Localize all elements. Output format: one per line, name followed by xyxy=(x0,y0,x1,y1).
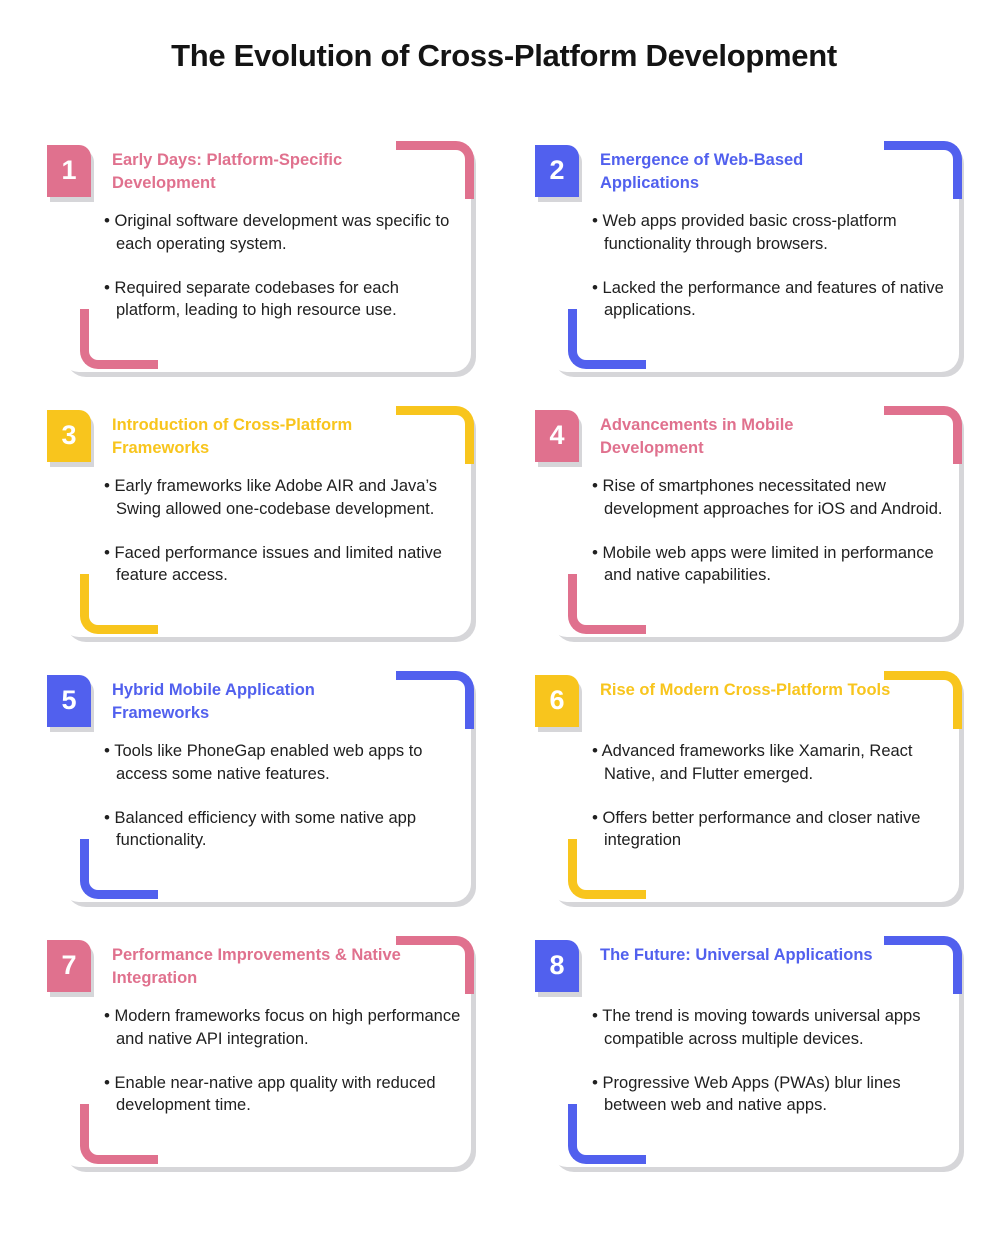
card-bullet: • Rise of smartphones necessitated new d… xyxy=(592,474,950,521)
step-number-badge: 1 xyxy=(47,145,91,197)
bullet-dot: • xyxy=(104,1072,110,1092)
step-number: 6 xyxy=(549,684,565,715)
card-bullet: • Advanced frameworks like Xamarin, Reac… xyxy=(592,739,950,786)
card-bullet: • Tools like PhoneGap enabled web apps t… xyxy=(104,739,462,786)
bullet-text: Tools like PhoneGap enabled web apps to … xyxy=(114,742,423,783)
step-number-badge: 7 xyxy=(47,940,91,992)
bullet-text: Advanced frameworks like Xamarin, React … xyxy=(601,742,913,783)
bullet-dot: • xyxy=(104,277,110,297)
bullet-text: Offers better performance and closer nat… xyxy=(602,808,921,850)
card-heading: The Future: Universal Applications xyxy=(600,946,873,964)
card-heading: Rise of Modern Cross-Platform Tools xyxy=(600,681,891,699)
card-bullet: • Balanced efficiency with some native a… xyxy=(104,806,462,853)
card-bullet: • Modern frameworks focus on high perfor… xyxy=(104,1004,462,1051)
card-bullet: • Original software development was spec… xyxy=(104,209,462,256)
card-bullet-list: • Web apps provided basic cross-platform… xyxy=(592,209,950,322)
card-bullet-list: • Modern frameworks focus on high perfor… xyxy=(104,1004,462,1117)
bullet-text: Web apps provided basic cross-platform f… xyxy=(602,212,897,253)
step-number-badge: 8 xyxy=(535,940,579,992)
bullet-dot: • xyxy=(104,542,110,562)
bullet-dot: • xyxy=(592,277,598,297)
step-number: 7 xyxy=(61,949,77,980)
bullet-dot: • xyxy=(592,741,598,760)
card-heading: Performance Improvements & Native Integr… xyxy=(112,946,401,988)
card-bullet-list: • Early frameworks like Adobe AIR and Ja… xyxy=(104,474,462,587)
step-number-badge: 6 xyxy=(535,675,579,727)
step-card: 4 Advancements in Mobile Development • Ris… xyxy=(532,402,964,642)
step-card: 3 Introduction of Cross-Platform Framewor… xyxy=(44,402,476,642)
step-number-badge: 3 xyxy=(47,410,91,462)
bullet-dot: • xyxy=(592,807,598,827)
step-number-badge: 5 xyxy=(47,675,91,727)
card-bullet: • Mobile web apps were limited in perfor… xyxy=(592,541,950,588)
infographic-page: The Evolution of Cross-Platform Developm… xyxy=(0,0,1008,1237)
card-bullet: • Offers better performance and closer n… xyxy=(592,806,950,853)
step-card: 6 Rise of Modern Cross-Platform Tools • Ad… xyxy=(532,667,964,907)
bullet-dot: • xyxy=(104,1006,110,1025)
page-title: The Evolution of Cross-Platform Developm… xyxy=(171,38,837,73)
bullet-dot: • xyxy=(592,542,598,562)
card-heading: Emergence of Web-Based Applications xyxy=(600,151,804,193)
bullet-dot: • xyxy=(592,211,598,230)
bullet-text: Enable near-native app quality with redu… xyxy=(114,1073,436,1115)
step-number: 1 xyxy=(61,154,77,185)
bullet-dot: • xyxy=(104,807,110,827)
card-bullet-list: • Advanced frameworks like Xamarin, Reac… xyxy=(592,739,950,852)
card-bullet: • Web apps provided basic cross-platform… xyxy=(592,209,950,256)
card-bullet: • Progressive Web Apps (PWAs) blur lines… xyxy=(592,1071,950,1118)
step-card: 2 Emergence of Web-Based Applications • We… xyxy=(532,137,964,377)
card-heading: Hybrid Mobile Application Frameworks xyxy=(112,681,315,723)
step-number: 5 xyxy=(61,684,77,715)
card-bullet: • Lacked the performance and features of… xyxy=(592,276,950,323)
step-card: 7 Performance Improvements & Native Integ… xyxy=(44,932,476,1172)
bullet-dot: • xyxy=(104,211,110,230)
bullet-text: Faced performance issues and limited nat… xyxy=(114,543,442,585)
card-heading: Advancements in Mobile Development xyxy=(600,416,794,458)
bullet-dot: • xyxy=(592,476,598,495)
step-card: 1 Early Days: Platform-Specific Developme… xyxy=(44,137,476,377)
card-heading: Early Days: Platform-Specific Developmen… xyxy=(112,151,343,193)
step-card: 8 The Future: Universal Applications • The… xyxy=(532,932,964,1172)
bullet-text: Required separate codebases for each pla… xyxy=(114,278,399,320)
step-number: 3 xyxy=(61,419,77,450)
bullet-dot: • xyxy=(592,1006,598,1025)
step-number: 4 xyxy=(549,419,565,450)
step-number: 8 xyxy=(549,949,565,980)
bullet-text: Rise of smartphones necessitated new dev… xyxy=(602,477,943,518)
bullet-text: Balanced efficiency with some native app… xyxy=(114,808,417,850)
card-bullet: • Early frameworks like Adobe AIR and Ja… xyxy=(104,474,462,521)
step-card: 5 Hybrid Mobile Application Frameworks • T… xyxy=(44,667,476,907)
bullet-dot: • xyxy=(592,1072,598,1092)
card-bullet: • Required separate codebases for each p… xyxy=(104,276,462,323)
card-bullet: • Enable near-native app quality with re… xyxy=(104,1071,462,1118)
bullet-text: Progressive Web Apps (PWAs) blur lines b… xyxy=(602,1073,901,1115)
bullet-text: Early frameworks like Adobe AIR and Java… xyxy=(114,477,438,518)
step-number-badge: 4 xyxy=(535,410,579,462)
step-number-badge: 2 xyxy=(535,145,579,197)
step-number: 2 xyxy=(549,154,565,185)
card-heading: Introduction of Cross-Platform Framework… xyxy=(112,416,353,458)
card-bullet-list: • Tools like PhoneGap enabled web apps t… xyxy=(104,739,462,852)
bullet-text: Original software development was specif… xyxy=(114,212,450,253)
card-bullet: • The trend is moving towards universal … xyxy=(592,1004,950,1051)
cards-grid: 1 Early Days: Platform-Specific Developme… xyxy=(44,137,964,1172)
bullet-text: The trend is moving towards universal ap… xyxy=(602,1007,921,1048)
bullet-dot: • xyxy=(104,476,110,495)
bullet-text: Lacked the performance and features of n… xyxy=(602,278,944,320)
bullet-text: Modern frameworks focus on high performa… xyxy=(114,1007,461,1048)
card-bullet: • Faced performance issues and limited n… xyxy=(104,541,462,588)
card-bullet-list: • The trend is moving towards universal … xyxy=(592,1004,950,1117)
bullet-dot: • xyxy=(104,741,110,760)
card-bullet-list: • Rise of smartphones necessitated new d… xyxy=(592,474,950,587)
bullet-text: Mobile web apps were limited in performa… xyxy=(602,543,934,585)
card-bullet-list: • Original software development was spec… xyxy=(104,209,462,322)
